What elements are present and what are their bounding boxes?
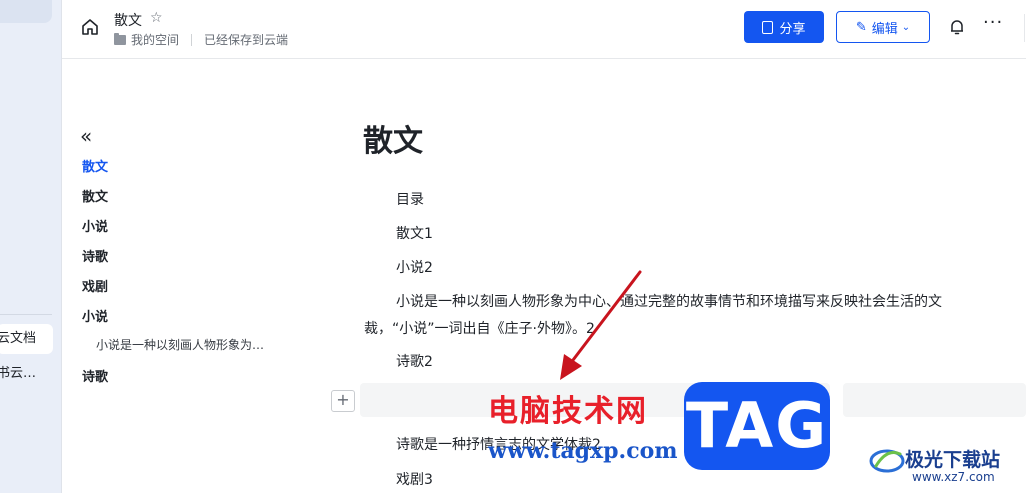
outline-item[interactable]: 诗歌: [82, 246, 108, 265]
share-button[interactable]: 分享: [744, 11, 824, 43]
paragraph[interactable]: 小说2: [396, 257, 433, 277]
outline-item[interactable]: 小说: [82, 216, 108, 235]
doc-title[interactable]: 散文: [114, 10, 142, 30]
outline-item[interactable]: 戏剧: [82, 276, 108, 295]
folder-icon: [114, 32, 126, 45]
sidebar-item-label: 书云…: [0, 366, 37, 381]
watermark-site-url: www.xz7.com: [912, 470, 995, 484]
save-status: 已经保存到云端: [204, 33, 289, 47]
breadcrumb-separator: [191, 33, 193, 46]
paragraph[interactable]: 诗歌2: [396, 351, 433, 371]
doc-header: 散文 ☆ 我的空间 已经保存到云端 分享 ✎ 编辑 ⌄ ···: [62, 0, 1026, 59]
star-icon[interactable]: ☆: [150, 10, 163, 26]
sidebar-top-card[interactable]: [0, 0, 52, 23]
bell-icon[interactable]: [948, 18, 966, 36]
outline-item[interactable]: 散文: [82, 156, 108, 175]
home-icon[interactable]: [80, 17, 100, 37]
pencil-icon: ✎: [855, 19, 867, 34]
outline-item[interactable]: 散文: [82, 186, 108, 205]
chevron-down-icon: ⌄: [901, 21, 911, 33]
add-block-button[interactable]: +: [331, 390, 355, 412]
watermark-tag-logo: TAG: [684, 382, 830, 470]
sidebar-item-book-cloud[interactable]: 书云…: [0, 359, 53, 389]
outline-item[interactable]: 诗歌: [82, 366, 108, 385]
watermark-url: www.tagxp.com: [488, 438, 678, 464]
outline-item[interactable]: 小说是一种以刻画人物形象为…: [96, 336, 264, 353]
paragraph[interactable]: 目录: [396, 189, 424, 209]
sidebar-divider: [0, 314, 52, 315]
edit-button-label: 编辑: [871, 20, 898, 36]
annotation-arrow: [560, 270, 642, 380]
collapse-outline-icon[interactable]: «: [80, 124, 92, 148]
header-separator: [1024, 14, 1025, 42]
empty-block[interactable]: [843, 383, 1026, 417]
paragraph[interactable]: 戏剧3: [396, 469, 433, 489]
watermark-text: 电脑技术网: [488, 394, 648, 429]
sidebar-item-cloud-docs[interactable]: 云文档: [0, 324, 53, 354]
breadcrumb: 我的空间 已经保存到云端: [114, 31, 288, 48]
breadcrumb-space[interactable]: 我的空间: [131, 31, 179, 48]
edit-button[interactable]: ✎ 编辑 ⌄: [836, 11, 930, 43]
share-button-label: 分享: [779, 20, 806, 36]
share-icon: [762, 20, 774, 34]
more-icon[interactable]: ···: [983, 12, 1003, 33]
app-sidebar: 云文档 书云…: [0, 0, 62, 493]
document-title[interactable]: 散文: [363, 116, 423, 160]
outline-item[interactable]: 小说: [82, 306, 108, 325]
watermark-site-name: 极光下载站: [905, 449, 1001, 471]
paragraph[interactable]: 散文1: [396, 223, 433, 243]
paragraph[interactable]: 小说是一种以刻画人物形象为中心、通过完整的故事情节和环境描写来反映社会生活的文: [396, 291, 942, 311]
sidebar-item-label: 云文档: [0, 331, 37, 346]
aurora-logo-icon: [869, 449, 905, 473]
